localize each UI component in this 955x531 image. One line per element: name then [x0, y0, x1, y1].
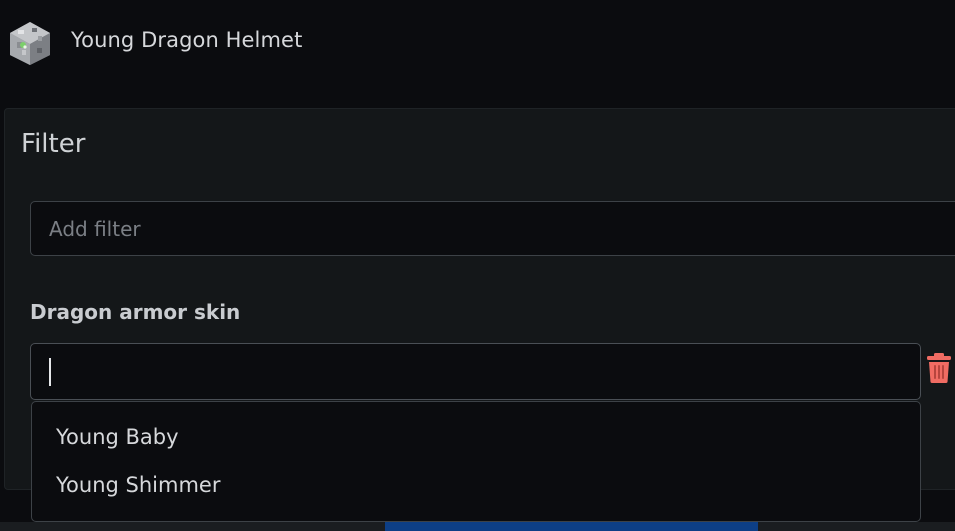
item-title: Young Dragon Helmet: [71, 28, 303, 52]
add-filter-input[interactable]: [30, 201, 955, 256]
delete-filter-button[interactable]: [926, 352, 952, 384]
footer-primary-button[interactable]: [385, 522, 758, 531]
footer-segment-left: [0, 522, 385, 531]
dragon-armor-skin-label: Dragon armor skin: [30, 300, 241, 324]
helmet-icon: [8, 20, 52, 66]
dragon-armor-skin-input[interactable]: [30, 343, 921, 400]
header: Young Dragon Helmet: [0, 0, 955, 84]
trash-icon: [927, 353, 951, 383]
filter-heading: Filter: [21, 129, 86, 159]
text-caret: [49, 358, 51, 386]
skin-options-dropdown: Young Baby Young Shimmer: [31, 401, 921, 522]
footer-segment-right: [758, 522, 955, 531]
option-young-baby[interactable]: Young Baby: [56, 425, 179, 449]
option-young-shimmer[interactable]: Young Shimmer: [56, 473, 220, 497]
